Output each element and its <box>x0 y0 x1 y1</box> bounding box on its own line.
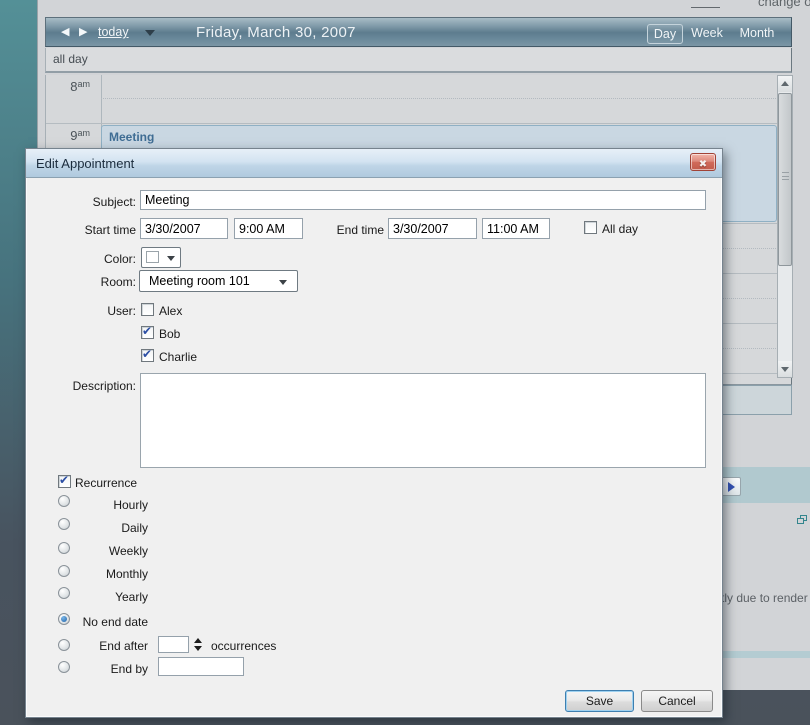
recurrence-label: Recurrence <box>75 476 138 490</box>
radio-label-monthly: Monthly <box>105 567 148 581</box>
scroll-up-button[interactable] <box>778 76 792 92</box>
today-dropdown-icon[interactable] <box>145 30 155 36</box>
scroll-down-icon <box>781 367 789 372</box>
edit-appointment-dialog: Edit Appointment ✖ Subject: Start time E… <box>25 148 723 718</box>
half-hour-line <box>101 98 778 99</box>
all-day-checkbox[interactable]: ✔ <box>584 221 597 234</box>
all-day-row[interactable]: all day <box>45 48 792 73</box>
hour-label-8am: 8am <box>46 78 90 96</box>
description-textarea[interactable] <box>140 373 706 468</box>
radio-label-daily: Daily <box>121 521 148 535</box>
hour-suffix: am <box>77 79 90 89</box>
scroll-down-button[interactable] <box>778 361 792 377</box>
event-title: Meeting <box>109 130 155 144</box>
color-label: Color: <box>103 252 136 266</box>
expand-button[interactable] <box>721 477 741 496</box>
close-button[interactable]: ✖ <box>690 153 716 171</box>
view-button-month[interactable]: Month <box>734 24 780 44</box>
subject-label: Subject: <box>92 195 136 209</box>
calendar-scrollbar[interactable] <box>777 75 793 378</box>
room-dropdown[interactable]: Meeting room 101 <box>139 270 298 292</box>
background-note-text: tly due to render <box>721 591 808 605</box>
recurrence-checkbox[interactable]: ✔ <box>58 473 71 488</box>
color-swatch <box>146 251 159 263</box>
user-label-bob: Bob <box>159 327 181 341</box>
calendar-header: ◀ ▶ today Friday, March 30, 2007 Day Wee… <box>45 17 792 47</box>
end-date-input[interactable] <box>388 218 477 239</box>
user-checkbox-bob[interactable]: ✔ <box>141 324 154 339</box>
dialog-title: Edit Appointment <box>36 156 135 171</box>
dropdown-arrow-icon <box>167 256 175 261</box>
stepper-down-icon[interactable] <box>194 646 202 651</box>
today-link[interactable]: today <box>98 25 129 39</box>
dropdown-arrow-icon <box>279 280 287 285</box>
description-label: Description: <box>72 379 136 393</box>
view-button-day[interactable]: Day <box>647 24 683 44</box>
user-label-charlie: Charlie <box>159 350 198 364</box>
color-dropdown[interactable] <box>141 247 181 268</box>
top-cut-underline <box>691 7 720 8</box>
occurrences-input[interactable] <box>158 636 189 653</box>
top-cut-text: change o <box>758 0 810 9</box>
user-label-alex: Alex <box>159 304 183 318</box>
end-by-input[interactable] <box>158 657 244 676</box>
all-day-label: all day <box>53 52 88 66</box>
stepper-up-icon[interactable] <box>194 638 202 643</box>
end-time-label: End time <box>336 223 384 237</box>
view-button-week[interactable]: Week <box>689 24 725 44</box>
radio-label-end-after: End after <box>99 639 148 653</box>
screen: change o ◀ ▶ today Friday, March 30, 200… <box>0 0 810 725</box>
end-time-input[interactable] <box>482 218 550 239</box>
user-checkbox-charlie[interactable]: ✔ <box>141 347 154 362</box>
prev-day-icon[interactable]: ◀ <box>61 26 69 39</box>
play-icon <box>728 482 735 492</box>
occurrences-stepper[interactable] <box>192 636 204 654</box>
radio-label-no-end-date: No end date <box>82 615 148 629</box>
user-checkbox-alex[interactable]: ✔ <box>141 303 154 316</box>
next-day-icon[interactable]: ▶ <box>79 26 87 39</box>
start-date-input[interactable] <box>140 218 228 239</box>
scrollbar-thumb[interactable] <box>778 93 792 266</box>
room-selected-value: Meeting room 101 <box>149 274 250 288</box>
close-icon: ✖ <box>698 159 708 170</box>
start-time-label: Start time <box>84 223 136 237</box>
scrollbar-grip <box>782 172 789 180</box>
all-day-checkbox-label: All day <box>602 222 639 236</box>
subject-input[interactable] <box>140 190 706 210</box>
room-label: Room: <box>100 275 136 289</box>
check-icon: ✔ <box>59 473 70 487</box>
occurrences-label: occurrences <box>211 639 277 653</box>
hour-label-9am: 9am <box>46 127 90 145</box>
check-icon: ✔ <box>142 324 153 338</box>
radio-label-end-by: End by <box>110 662 148 676</box>
radio-label-hourly: Hourly <box>113 498 148 512</box>
radio-label-weekly: Weekly <box>108 544 148 558</box>
calendar-date-title: Friday, March 30, 2007 <box>196 24 356 41</box>
restore-window-icon[interactable] <box>797 515 807 525</box>
hour-line <box>46 123 778 124</box>
scroll-up-icon <box>781 81 789 86</box>
hour-suffix: am <box>77 128 90 138</box>
check-icon: ✔ <box>142 347 153 361</box>
cancel-button[interactable]: Cancel <box>641 690 713 712</box>
radio-label-yearly: Yearly <box>115 590 148 604</box>
user-label: User: <box>107 304 136 318</box>
dialog-titlebar[interactable]: Edit Appointment ✖ <box>26 149 722 178</box>
save-button[interactable]: Save <box>565 690 634 712</box>
